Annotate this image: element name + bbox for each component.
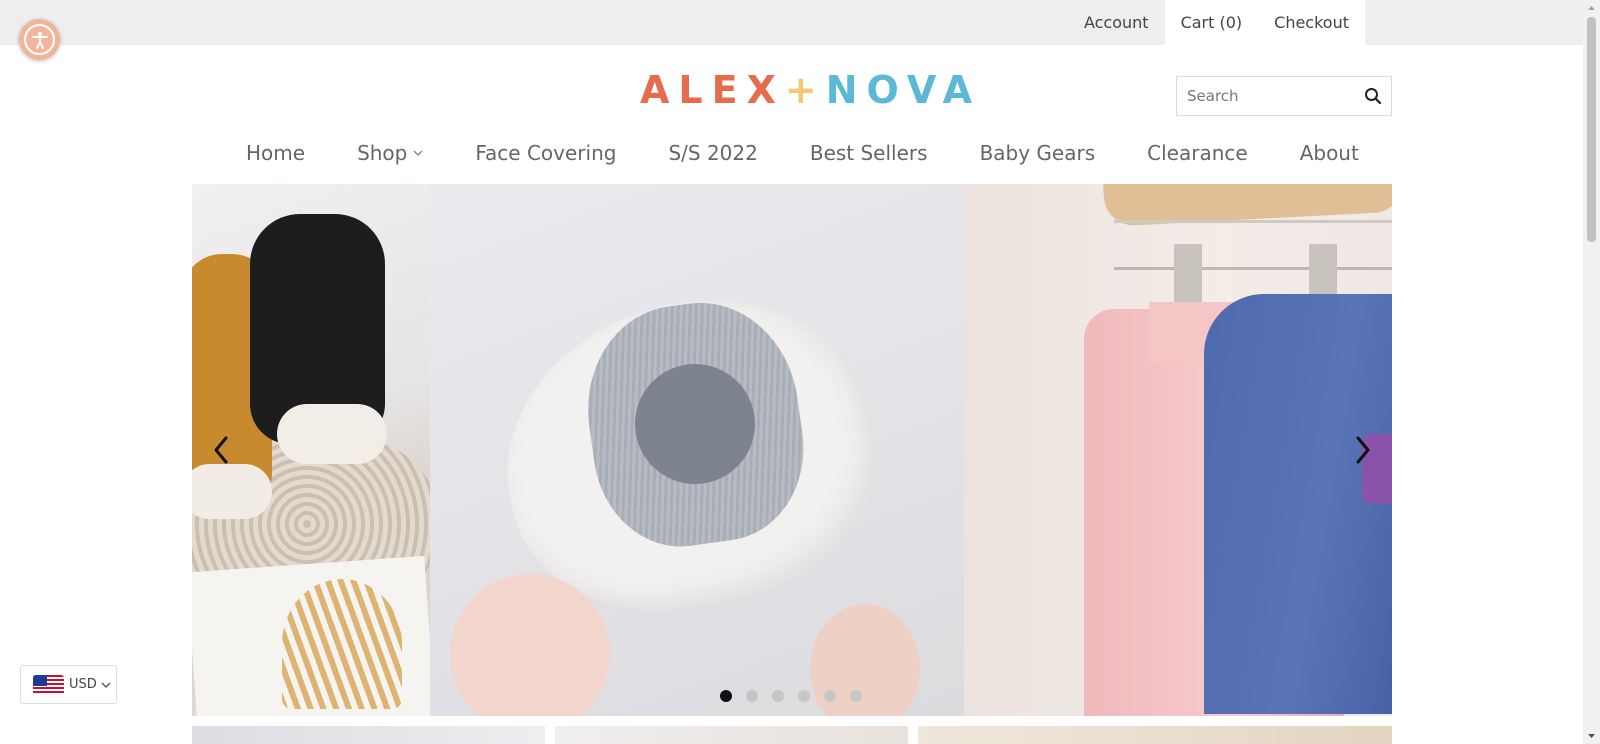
nav-item-label: Shop bbox=[357, 141, 408, 165]
logo-text-alex: ALEX bbox=[640, 68, 785, 112]
scrollbar-thumb[interactable] bbox=[1587, 17, 1596, 242]
nav-item-baby-gears[interactable]: Baby Gears bbox=[954, 137, 1122, 169]
nav-item-label: S/S 2022 bbox=[668, 141, 758, 165]
checkout-link[interactable]: Checkout bbox=[1258, 0, 1365, 45]
slide-pagination bbox=[720, 690, 862, 702]
nav-item-shop[interactable]: Shop bbox=[331, 137, 449, 169]
black-shoe-sole bbox=[277, 404, 387, 464]
accessibility-icon bbox=[24, 24, 55, 55]
accessibility-button[interactable] bbox=[19, 19, 60, 60]
chevron-down-icon bbox=[101, 682, 111, 688]
top-utility-bar: Account Cart (0) Checkout bbox=[0, 0, 1583, 45]
us-flag-icon bbox=[33, 674, 64, 695]
chevron-down-icon bbox=[413, 150, 423, 156]
currency-code: USD bbox=[69, 677, 97, 692]
slide-image-knit-shoe bbox=[430, 184, 964, 716]
nav-item-clearance[interactable]: Clearance bbox=[1121, 137, 1274, 169]
account-links: Account Cart (0) Checkout bbox=[1068, 0, 1365, 45]
slide-dot[interactable] bbox=[720, 690, 732, 702]
slide-dot[interactable] bbox=[824, 690, 836, 702]
currency-selector[interactable]: USD bbox=[20, 665, 117, 704]
logo-text-nova: NOVA bbox=[825, 68, 982, 112]
slide-dot[interactable] bbox=[746, 690, 758, 702]
collection-thumbnail[interactable] bbox=[555, 726, 908, 744]
nav-item-ss-2022[interactable]: S/S 2022 bbox=[642, 137, 783, 169]
nav-item-about[interactable]: About bbox=[1274, 137, 1385, 169]
nav-item-face-covering[interactable]: Face Covering bbox=[449, 137, 642, 169]
hero-slideshow[interactable] bbox=[192, 184, 1392, 716]
account-link[interactable]: Account bbox=[1068, 0, 1165, 45]
nav-item-label: Face Covering bbox=[475, 141, 617, 165]
nav-item-best-sellers[interactable]: Best Sellers bbox=[784, 137, 954, 169]
collection-thumbnail[interactable] bbox=[918, 726, 1392, 744]
slide-dot[interactable] bbox=[850, 690, 862, 702]
scroll-down-icon[interactable] bbox=[1587, 731, 1596, 740]
search-box bbox=[1176, 76, 1392, 116]
search-input[interactable] bbox=[1177, 77, 1353, 115]
slide-image-skirts bbox=[964, 184, 1392, 716]
mustard-shoe-sole bbox=[192, 464, 272, 519]
nav-item-label: Best Sellers bbox=[809, 141, 928, 165]
slide-dot[interactable] bbox=[772, 690, 784, 702]
nav-item-label: Baby Gears bbox=[979, 141, 1096, 165]
blue-skirt bbox=[1204, 294, 1392, 714]
cart-link[interactable]: Cart (0) bbox=[1164, 0, 1259, 45]
slide-dot[interactable] bbox=[798, 690, 810, 702]
wheat-decoration bbox=[282, 579, 402, 709]
nav-item-label: About bbox=[1299, 141, 1359, 165]
page-scrollbar[interactable] bbox=[1583, 0, 1600, 744]
main-nav: Home Shop Face Covering S/S 2022 Best Se… bbox=[220, 137, 1385, 169]
chevron-right-icon[interactable] bbox=[1350, 434, 1376, 466]
nav-item-home[interactable]: Home bbox=[220, 137, 331, 169]
collection-thumbnail[interactable] bbox=[192, 726, 545, 744]
hanger-rack bbox=[1114, 220, 1392, 270]
brand-logo[interactable]: ALEX+NOVA bbox=[640, 68, 972, 112]
nav-item-label: Clearance bbox=[1147, 141, 1248, 165]
collection-thumbnails bbox=[192, 726, 1392, 744]
scroll-up-icon[interactable] bbox=[1587, 4, 1596, 13]
search-icon[interactable] bbox=[1364, 87, 1382, 105]
nav-item-label: Home bbox=[246, 141, 306, 165]
logo-plus: + bbox=[784, 68, 826, 112]
chevron-left-icon[interactable] bbox=[208, 434, 234, 466]
